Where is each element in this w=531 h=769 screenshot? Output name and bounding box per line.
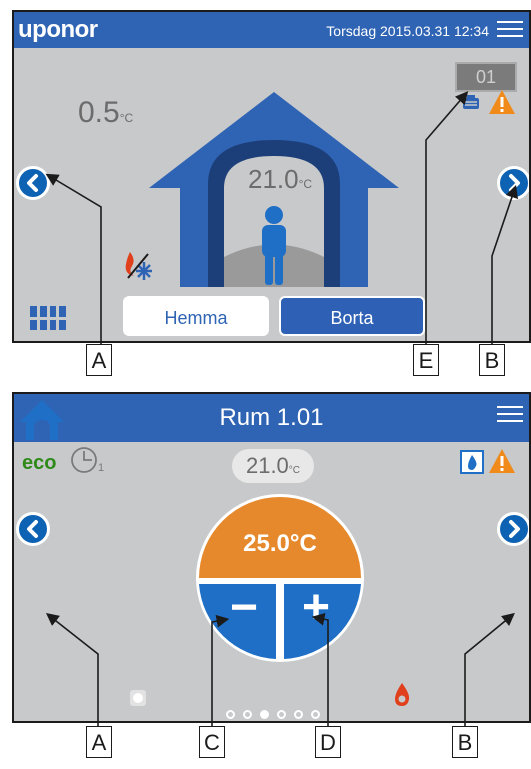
callout-label: E — [413, 344, 439, 376]
callout-label: D — [315, 726, 341, 758]
callout-label: B — [479, 344, 505, 376]
callout-label: A — [86, 726, 112, 758]
callout-label: C — [199, 726, 225, 758]
callout-label: A — [86, 344, 112, 376]
callout-label: B — [452, 726, 478, 758]
callout-lines — [45, 91, 519, 726]
